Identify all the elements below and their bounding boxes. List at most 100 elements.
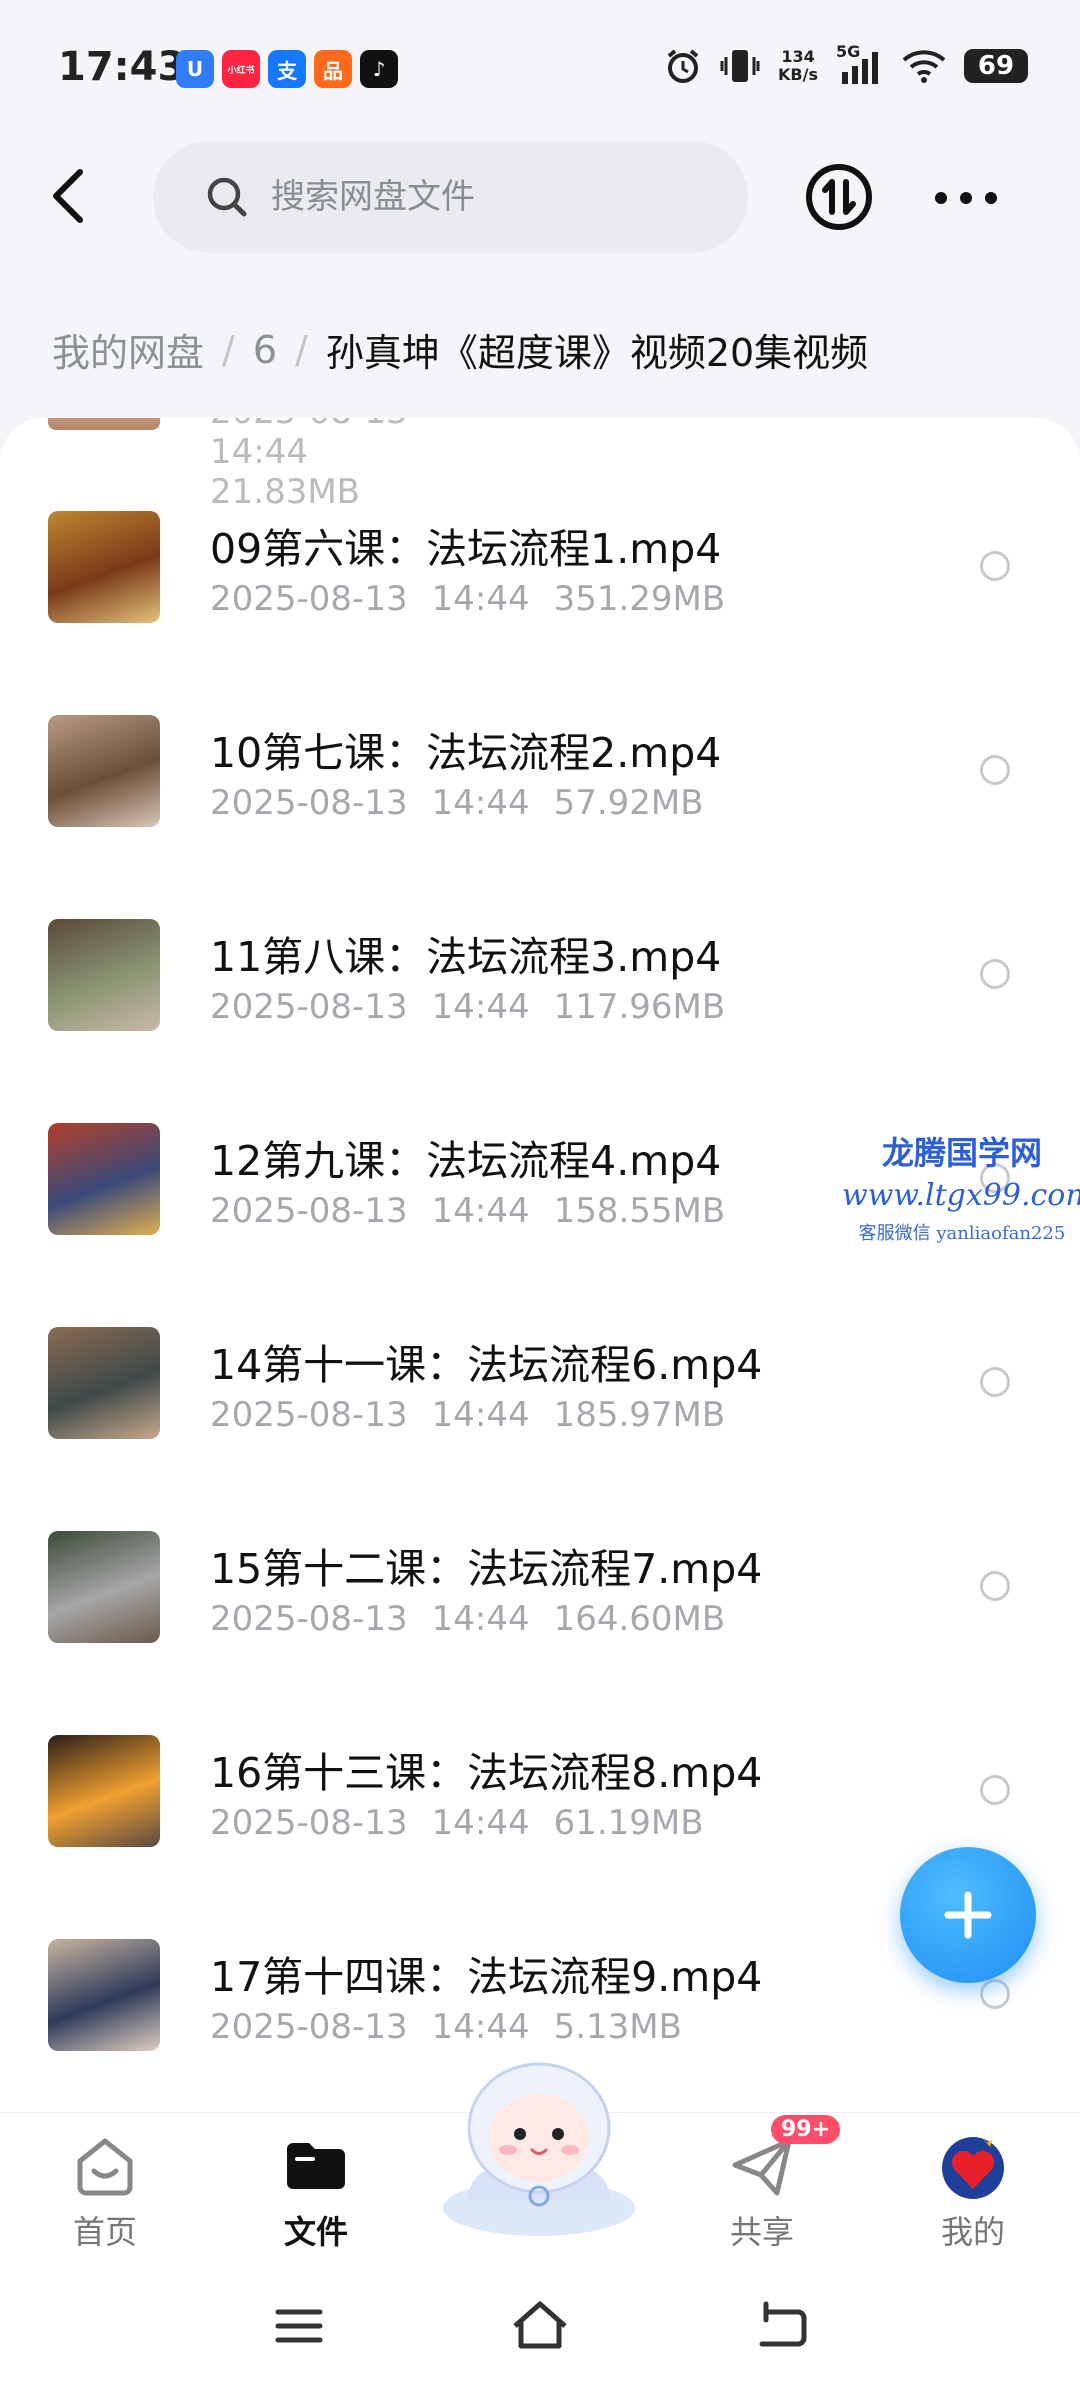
- nav-label-home: 首页: [72, 2213, 137, 2251]
- file-time: 14:44: [431, 1803, 530, 1843]
- file-size: 185.97MB: [553, 1395, 726, 1435]
- ai-assistant-mascot-button[interactable]: [428, 2050, 650, 2240]
- add-button[interactable]: [900, 1847, 1036, 1983]
- file-time: 14:44: [431, 1395, 530, 1435]
- file-meta: 2025-08-13 14:44 185.97MB: [210, 1395, 725, 1435]
- breadcrumb-item-folder[interactable]: 6: [253, 328, 277, 372]
- search-icon: [207, 177, 247, 217]
- file-time: 14:44: [431, 987, 530, 1027]
- share-icon: 99+: [727, 2115, 841, 2201]
- share-badge: 99+: [771, 2115, 841, 2144]
- partial-list-item[interactable]: 2025-08-13 14:44 21.83MB: [48, 418, 448, 512]
- status-time: 17:43: [58, 44, 186, 90]
- nav-item-profile[interactable]: 我的: [903, 2131, 1043, 2253]
- file-name: 17第十四课：法坛流程9.mp4: [210, 1953, 763, 2001]
- select-radio[interactable]: [980, 959, 1010, 989]
- sort-button[interactable]: [804, 162, 874, 232]
- net-speed-value: 134: [781, 47, 815, 66]
- net-speed: 134 KB/s: [778, 48, 818, 84]
- recent-apps-button[interactable]: [264, 2296, 334, 2356]
- home-system-button[interactable]: [505, 2296, 575, 2356]
- select-radio[interactable]: [980, 551, 1010, 581]
- astronaut-mascot-icon: [443, 2062, 635, 2236]
- file-size: 117.96MB: [553, 987, 726, 1027]
- select-radio[interactable]: [980, 1571, 1010, 1601]
- file-size: 158.55MB: [553, 1191, 726, 1231]
- file-date: 2025-08-13: [210, 1803, 408, 1843]
- file-name: 14第十一课：法坛流程6.mp4: [210, 1341, 763, 1389]
- file-size: 5.13MB: [553, 2007, 682, 2047]
- video-thumbnail: [48, 1123, 160, 1235]
- partial-file-meta: 2025-08-13 14:44 21.83MB: [210, 418, 408, 512]
- file-name: 12第九课：法坛流程4.mp4: [210, 1137, 722, 1185]
- back-system-button[interactable]: [746, 2296, 816, 2356]
- house-outline-icon: [513, 2301, 567, 2349]
- nav-label-profile: 我的: [940, 2213, 1005, 2251]
- breadcrumb-item-root[interactable]: 我的网盘: [52, 322, 204, 377]
- file-meta: 2025-08-13 14:44 164.60MB: [210, 1599, 725, 1639]
- video-thumbnail: [48, 1531, 160, 1643]
- file-list-item[interactable]: 10第七课：法坛流程2.mp4 2025-08-13 14:44 57.92MB: [0, 715, 1080, 919]
- vibrate-icon: [720, 50, 760, 82]
- nav-item-share[interactable]: 99+ 共享: [692, 2115, 841, 2253]
- file-meta: 2025-08-13 14:44 57.92MB: [210, 783, 704, 823]
- sort-arrows-icon: [806, 164, 872, 230]
- file-meta: 2025-08-13 14:44 61.19MB: [210, 1803, 704, 1843]
- file-time: 14:44: [431, 783, 530, 823]
- file-date: 2025-08-13: [210, 1191, 408, 1231]
- file-list: 2025-08-13 14:44 21.83MB 09第六课：法坛流程1.mp4…: [0, 418, 1080, 2118]
- xiaohongshu-app-icon: 小红书: [222, 50, 260, 88]
- wifi-icon: [902, 50, 946, 83]
- breadcrumb-separator: /: [222, 327, 235, 372]
- select-radio[interactable]: [980, 1979, 1010, 2009]
- file-size: 164.60MB: [553, 1599, 726, 1639]
- file-list-item[interactable]: 15第十二课：法坛流程7.mp4 2025-08-13 14:44 164.60MB: [0, 1531, 1080, 1735]
- plus-icon: [944, 1891, 992, 1939]
- watermark: 龙腾国学网 www.ltgx99.com 客服微信 yanliaofan225: [842, 1128, 1080, 1245]
- file-name: 16第十三课：法坛流程8.mp4: [210, 1749, 763, 1797]
- select-radio[interactable]: [980, 1775, 1010, 1805]
- file-list-item[interactable]: 14第十一课：法坛流程6.mp4 2025-08-13 14:44 185.97MB: [0, 1327, 1080, 1531]
- more-dot-icon: [985, 192, 997, 204]
- file-meta: 2025-08-13 14:44 158.55MB: [210, 1191, 725, 1231]
- back-button[interactable]: [40, 160, 96, 232]
- file-name: 15第十二课：法坛流程7.mp4: [210, 1545, 763, 1593]
- watermark-contact: 客服微信 yanliaofan225: [858, 1223, 1066, 1244]
- video-thumbnail: [48, 715, 160, 827]
- nav-item-home[interactable]: 首页: [35, 2131, 175, 2253]
- orange-app-icon: 品: [314, 50, 352, 88]
- file-time: 14:44: [431, 2007, 530, 2047]
- heart-avatar-icon: [938, 2131, 1008, 2201]
- watermark-title: 龙腾国学网: [881, 1134, 1042, 1172]
- file-meta: 2025-08-13 14:44 351.29MB: [210, 579, 725, 619]
- breadcrumb-separator: /: [295, 327, 308, 372]
- file-name: 10第七课：法坛流程2.mp4: [210, 729, 722, 777]
- file-time: 14:44: [431, 1599, 530, 1639]
- more-dot-icon: [935, 192, 947, 204]
- file-list-item[interactable]: 09第六课：法坛流程1.mp4 2025-08-13 14:44 351.29MB: [0, 511, 1080, 715]
- search-input[interactable]: [269, 176, 693, 218]
- chevron-left-icon: [53, 169, 83, 223]
- select-radio[interactable]: [980, 1367, 1010, 1397]
- search-bar[interactable]: [153, 141, 748, 253]
- video-thumbnail: [48, 1327, 160, 1439]
- status-app-icons: U 小红书支品 ♪: [176, 50, 398, 88]
- file-meta: 2025-08-13 14:44 5.13MB: [210, 2007, 682, 2047]
- select-radio[interactable]: [980, 755, 1010, 785]
- file-list-item[interactable]: 11第八课：法坛流程3.mp4 2025-08-13 14:44 117.96MB: [0, 919, 1080, 1123]
- file-date: 2025-08-13: [210, 1395, 408, 1435]
- video-thumbnail: [48, 1735, 160, 1847]
- breadcrumb: 我的网盘 / 6 / 孙真坤《超度课》视频20集视频: [52, 322, 868, 377]
- menu-lines-icon: [275, 2309, 323, 2343]
- nav-item-files[interactable]: 文件: [246, 2131, 386, 2253]
- alarm-icon: [667, 49, 699, 83]
- status-right: 134 KB/s 5G 69: [664, 42, 1028, 86]
- more-options-button[interactable]: [935, 178, 997, 218]
- video-thumbnail: [48, 418, 160, 430]
- file-meta: 2025-08-13 14:44 117.96MB: [210, 987, 725, 1027]
- nav-label-share: 共享: [729, 2213, 794, 2251]
- file-name: 09第六课：法坛流程1.mp4: [210, 525, 722, 573]
- file-date: 2025-08-13: [210, 1599, 408, 1639]
- file-time: 14:44: [431, 1191, 530, 1231]
- cell-signal-icon: 5G: [836, 42, 884, 86]
